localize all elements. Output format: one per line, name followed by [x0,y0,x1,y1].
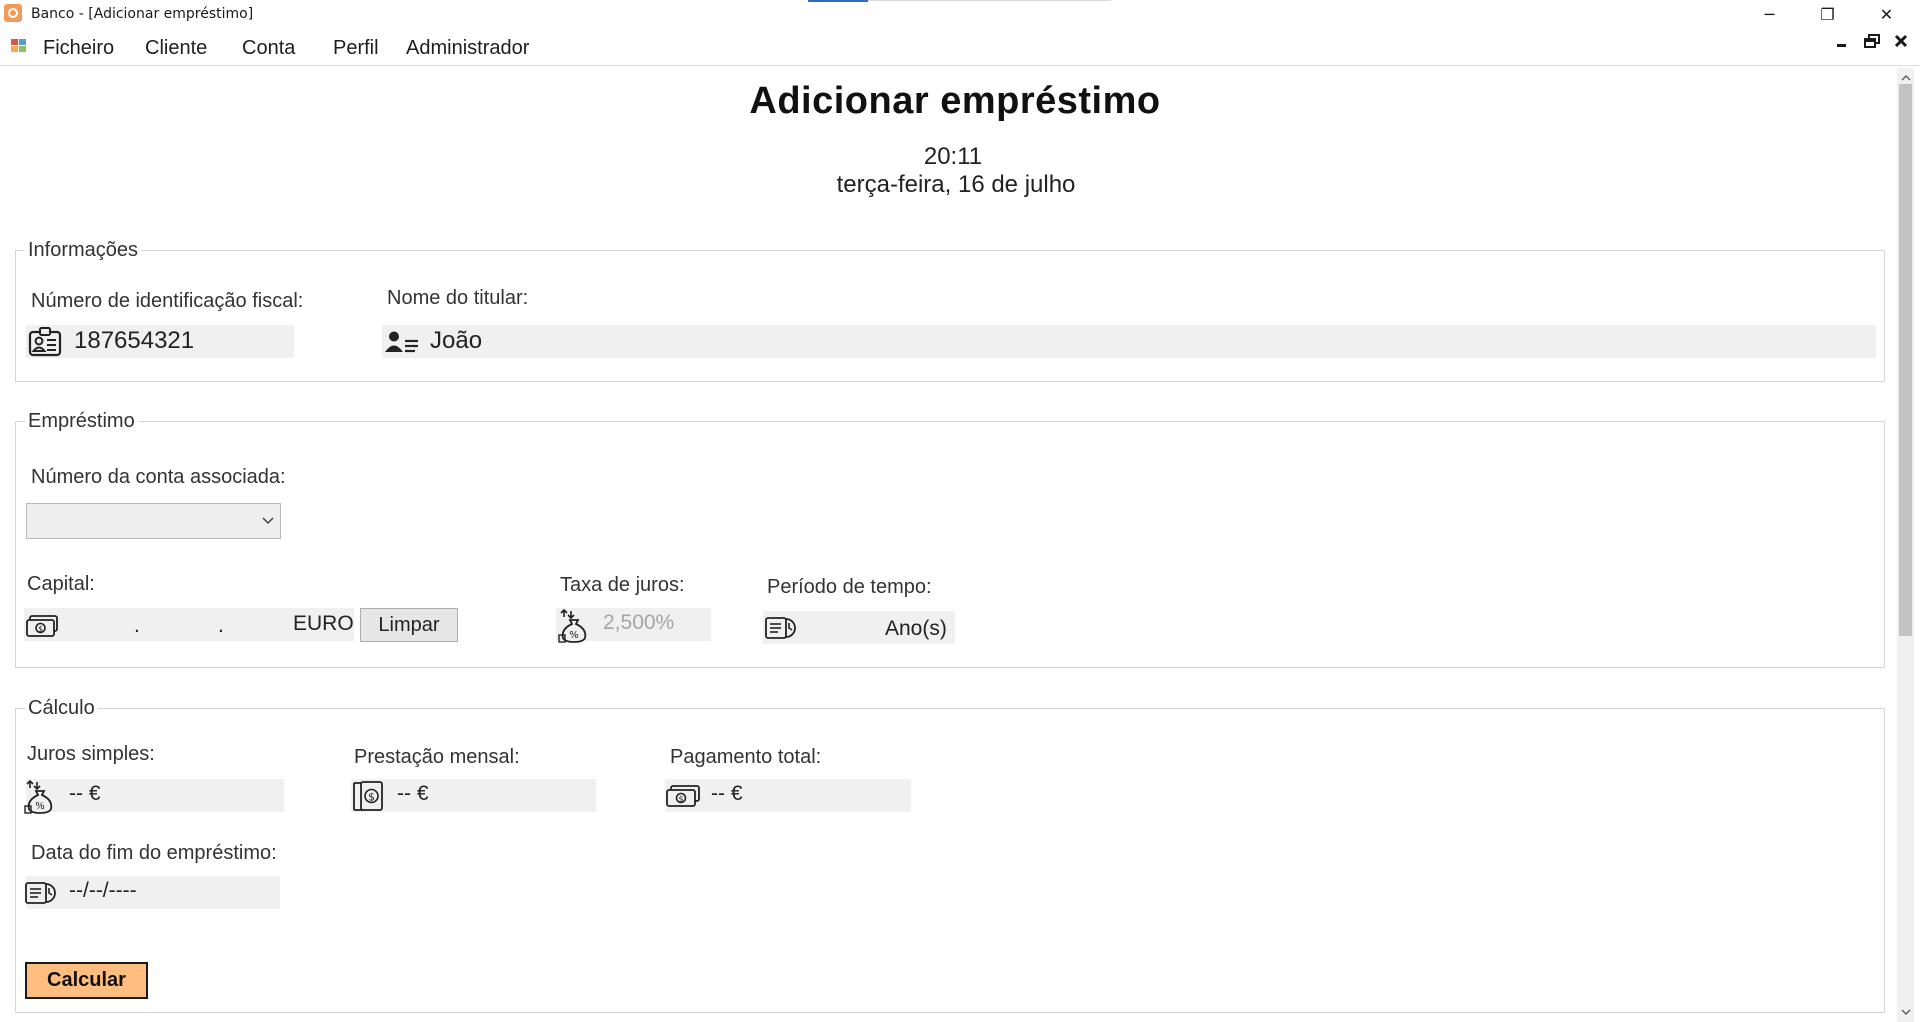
banknote-icon: $ [665,784,701,808]
juros-field [26,779,284,812]
svg-text:$: $ [368,791,375,804]
scroll-thumb[interactable] [1899,84,1912,636]
data-fim-value: --/--/---- [69,879,137,902]
money-bag-percent-icon: % [24,778,58,814]
limpar-button[interactable]: Limpar [360,608,458,642]
calendar-clock-icon [24,880,60,906]
juros-label: Juros simples: [27,743,155,765]
svg-text:$: $ [38,625,43,634]
bank-app-icon [4,4,22,22]
money-bag-percent-icon: % [558,607,592,643]
menu-administrador[interactable]: Administrador [406,37,529,60]
nome-field [382,325,1876,358]
user-list-icon [385,330,419,354]
pagamento-label: Pagamento total: [670,746,822,768]
svg-text:$: $ [678,795,683,804]
taxa-input: 2,500% [603,611,675,634]
nome-label: Nome do titular: [387,287,529,309]
capital-separator-2: . [218,614,224,637]
emprestimo-legend: Empréstimo [25,410,138,433]
title-accent-line [868,0,1111,1]
mdi-child-icon [10,38,28,54]
nif-value[interactable]: 187654321 [74,327,194,355]
title-accent [808,0,868,2]
pagamento-field [665,779,911,812]
current-date: terça-feira, 16 de julho [836,171,1076,198]
chevron-down-icon [262,516,274,526]
menu-perfil[interactable]: Perfil [333,37,379,60]
dollar-book-icon: $ [351,780,385,812]
informacoes-group [15,250,1885,382]
data-fim-label: Data do fim do empréstimo: [31,842,277,864]
prestacao-value: -- € [397,782,429,805]
mdi-close-button[interactable] [1894,34,1908,48]
id-card-icon [28,326,62,358]
informacoes-legend: Informações [25,239,142,262]
menu-ficheiro[interactable]: Ficheiro [43,37,114,60]
juros-value: -- € [69,782,101,805]
minimize-icon: ─ [1764,5,1775,24]
page-title: Adicionar empréstimo [749,80,1161,122]
nif-label: Número de identificação fiscal: [31,290,304,312]
window-close-button[interactable]: ✕ [1858,0,1915,29]
svg-text:%: % [35,801,45,812]
periodo-label: Período de tempo: [767,576,932,598]
menu-conta[interactable]: Conta [242,37,295,60]
calcular-button[interactable]: Calcular [25,962,148,999]
banknote-icon: $ [25,614,59,638]
title-bar [0,0,1920,29]
taxa-label: Taxa de juros: [560,574,685,596]
capital-separator-1: . [134,614,140,637]
calculo-group [15,708,1885,1013]
scroll-down-arrow[interactable] [1897,1004,1914,1020]
svg-text:%: % [569,630,579,641]
window-minimize-button[interactable]: ─ [1741,0,1798,29]
capital-label: Capital: [27,573,95,595]
window-title: Banco - [Adicionar empréstimo] [31,6,254,22]
mdi-restore-button[interactable] [1864,34,1880,48]
restore-icon: ❐ [1820,5,1835,24]
periodo-unit: Ano(s) [885,617,947,640]
close-icon: ✕ [1879,5,1894,24]
conta-select[interactable] [26,503,281,539]
data-fim-field [26,876,280,909]
prestacao-field [351,779,596,812]
clock-time: 20:11 [923,143,983,170]
conta-label: Número da conta associada: [31,466,286,488]
calculo-legend: Cálculo [25,697,98,720]
window-restore-button[interactable]: ❐ [1799,0,1856,29]
mdi-minimize-button[interactable] [1836,34,1848,48]
pagamento-value: -- € [711,782,743,805]
nome-value[interactable]: João [430,327,482,355]
prestacao-label: Prestação mensal: [354,746,520,768]
calendar-clock-icon [764,615,800,641]
menu-cliente[interactable]: Cliente [145,37,207,60]
capital-currency: EURO [293,612,354,635]
